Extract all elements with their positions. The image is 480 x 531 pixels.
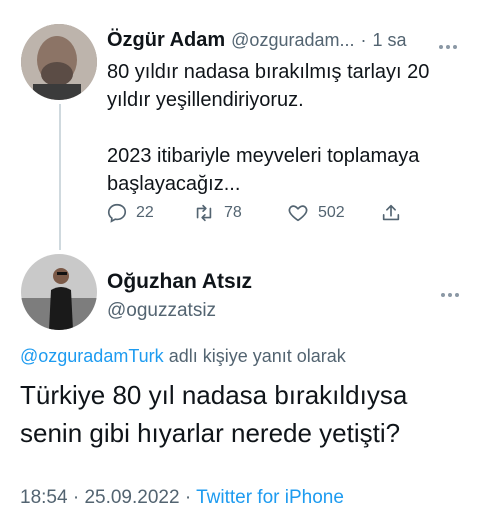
parent-author-name[interactable]: Özgür Adam — [107, 29, 225, 52]
text-line: yıldır yeşillendiriyoruz. — [107, 89, 304, 111]
heart-icon — [288, 205, 308, 222]
share-button[interactable] — [380, 202, 402, 224]
parent-tweet-time[interactable]: 1 sa — [372, 30, 406, 51]
text-line: başlayacağız... — [107, 173, 241, 195]
reply-date[interactable]: 25.09.2022 — [84, 487, 179, 508]
reply-to-handle-link[interactable]: @ozguradamTurk — [20, 346, 164, 366]
share-icon — [382, 204, 400, 221]
parent-tweet-header: Özgür Adam @ozguradam... · 1 sa — [107, 28, 457, 52]
like-button[interactable]: 502 — [286, 202, 345, 224]
retweet-button[interactable]: 78 — [192, 202, 242, 224]
retweet-count: 78 — [224, 204, 242, 221]
reply-author-handle[interactable]: @oguzzatsiz — [107, 300, 216, 322]
parent-author-handle[interactable]: @ozguradam... — [231, 30, 354, 51]
reply-tweet-text: Türkiye 80 yıl nadasa bırakıldıysa senin… — [20, 376, 470, 452]
text-line: 2023 itibariyle meyveleri toplamaya — [107, 145, 420, 167]
parent-tweet-text: 80 yıldır nadasa bırakılmış tarlayı 20 y… — [107, 58, 467, 198]
reply-to-suffix: adlı kişiye yanıt olarak — [168, 346, 346, 366]
meta-separator: · — [72, 487, 80, 508]
parent-author-avatar[interactable] — [21, 24, 97, 100]
retweet-icon — [196, 204, 212, 222]
reply-icon — [107, 203, 127, 223]
reply-author-name[interactable]: Oğuzhan Atsız — [107, 270, 252, 294]
reply-time[interactable]: 18:54 — [20, 487, 68, 508]
parent-tweet-actions: 22 78 502 — [106, 202, 406, 226]
reply-count: 22 — [136, 204, 154, 221]
reply-button[interactable]: 22 — [106, 202, 154, 224]
reply-tweet-meta: 18:54 · 25.09.2022 · Twitter for iPhone — [20, 487, 344, 509]
tweet-source-link[interactable]: Twitter for iPhone — [196, 487, 344, 508]
text-line: 80 yıldır nadasa bırakılmış tarlayı 20 — [107, 61, 430, 83]
more-options-icon[interactable] — [439, 36, 460, 54]
header-separator: · — [360, 29, 367, 50]
reply-more-options-icon[interactable] — [441, 284, 462, 302]
text-line: Türkiye 80 yıl nadasa bırakıldıysa — [20, 380, 408, 410]
reply-author-avatar[interactable] — [21, 254, 97, 330]
replying-to: @ozguradamTurk adlı kişiye yanıt olarak — [20, 346, 346, 367]
meta-separator: · — [184, 487, 192, 508]
text-line: senin gibi hıyarlar nerede yetişti? — [20, 418, 401, 448]
like-count: 502 — [318, 204, 345, 221]
thread-connector-line — [59, 104, 61, 250]
